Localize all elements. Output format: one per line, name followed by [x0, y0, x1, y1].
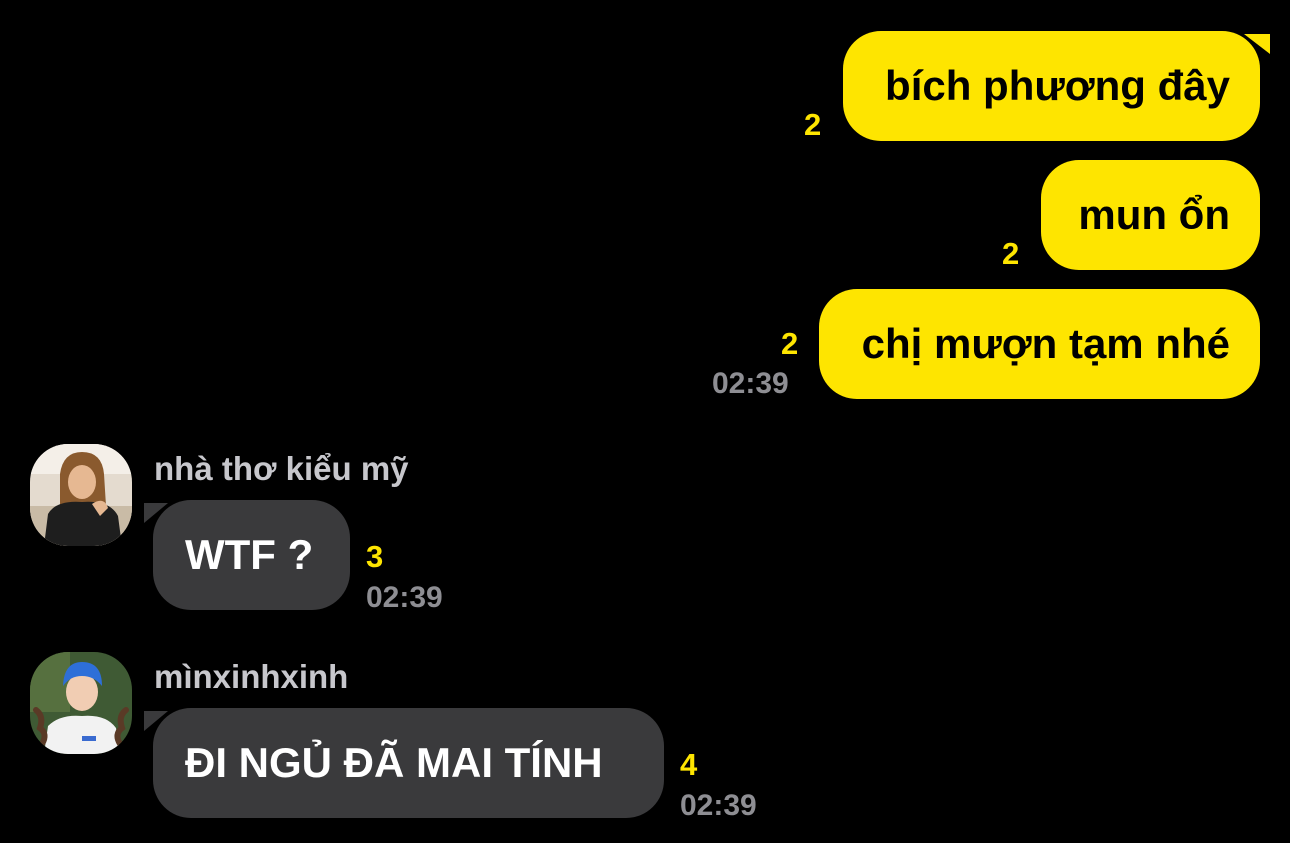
outgoing-message-bubble[interactable]: chị mượn tạm nhé	[819, 289, 1260, 399]
unread-count: 2	[781, 326, 799, 361]
sender-avatar[interactable]	[30, 652, 132, 754]
sender-avatar[interactable]	[30, 444, 132, 546]
outgoing-message-bubble[interactable]: bích phương đây	[843, 31, 1270, 141]
unread-count: 3	[366, 539, 384, 574]
outgoing-message-bubble[interactable]: mun ổn	[1041, 160, 1260, 270]
message-timestamp: 02:39	[680, 789, 757, 822]
profile-photo-icon	[30, 444, 132, 546]
unread-count: 2	[1002, 236, 1020, 271]
sender-name: nhà thơ kiểu mỹ	[154, 450, 409, 487]
unread-count: 4	[680, 747, 698, 782]
incoming-message-bubble[interactable]: ĐI NGỦ ĐÃ MAI TÍNH	[144, 708, 664, 818]
message-timestamp: 02:39	[712, 367, 789, 400]
profile-photo-icon	[30, 652, 132, 754]
unread-count: 2	[804, 107, 822, 142]
sender-name: mìnxinhxinh	[154, 658, 349, 695]
message-timestamp: 02:39	[366, 581, 443, 614]
incoming-message-bubble[interactable]: WTF ?	[144, 500, 350, 610]
